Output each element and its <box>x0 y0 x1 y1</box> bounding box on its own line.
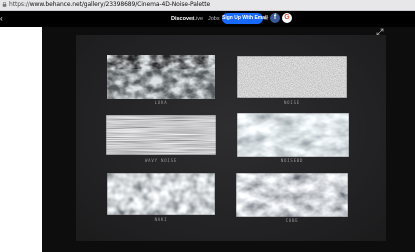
project-image[interactable]: LUKA NOISE WAVY NOISE NOISEBD NAKI CUBE <box>76 35 386 241</box>
nav-discover[interactable]: Discover <box>171 15 194 23</box>
noise-swatch-6[interactable] <box>236 173 348 217</box>
swatch-label-5: NAKI <box>154 217 168 222</box>
google-login-button[interactable]: G <box>282 13 292 23</box>
or-label: or <box>264 16 269 22</box>
swatch-label-4: NOISEBD <box>280 158 304 163</box>
noise-swatch-2[interactable] <box>237 56 347 98</box>
nav-jobs[interactable]: Jobs <box>208 15 220 23</box>
url-path: www.behance.net/gallery/23398689/Cinema-… <box>29 1 211 8</box>
noise-swatch-5[interactable] <box>107 173 215 215</box>
chevron-left-icon[interactable]: ‹ <box>0 15 5 23</box>
facebook-login-button[interactable]: f <box>270 13 280 23</box>
url-scheme: https:// <box>9 1 30 8</box>
lock-icon <box>2 2 7 7</box>
site-header: ‹ Discover Live Jobs Sign Up With Email … <box>0 11 415 27</box>
swatch-label-1: LUKA <box>154 100 168 105</box>
noise-swatch-1[interactable] <box>107 55 215 99</box>
noise-swatch-4[interactable] <box>237 113 349 157</box>
url-text[interactable]: https://www.behance.net/gallery/23398689… <box>9 1 210 9</box>
browser-url-bar[interactable]: https://www.behance.net/gallery/23398689… <box>0 0 415 11</box>
nav-live[interactable]: Live <box>193 15 203 23</box>
left-panel <box>0 27 42 252</box>
noise-swatch-3[interactable] <box>106 115 216 155</box>
sign-up-button[interactable]: Sign Up With Email <box>222 13 268 24</box>
swatch-label-2: NOISE <box>283 100 301 105</box>
swatch-label-3: WAVY NOISE <box>144 158 178 163</box>
swatch-label-6: CUBE <box>285 218 299 223</box>
